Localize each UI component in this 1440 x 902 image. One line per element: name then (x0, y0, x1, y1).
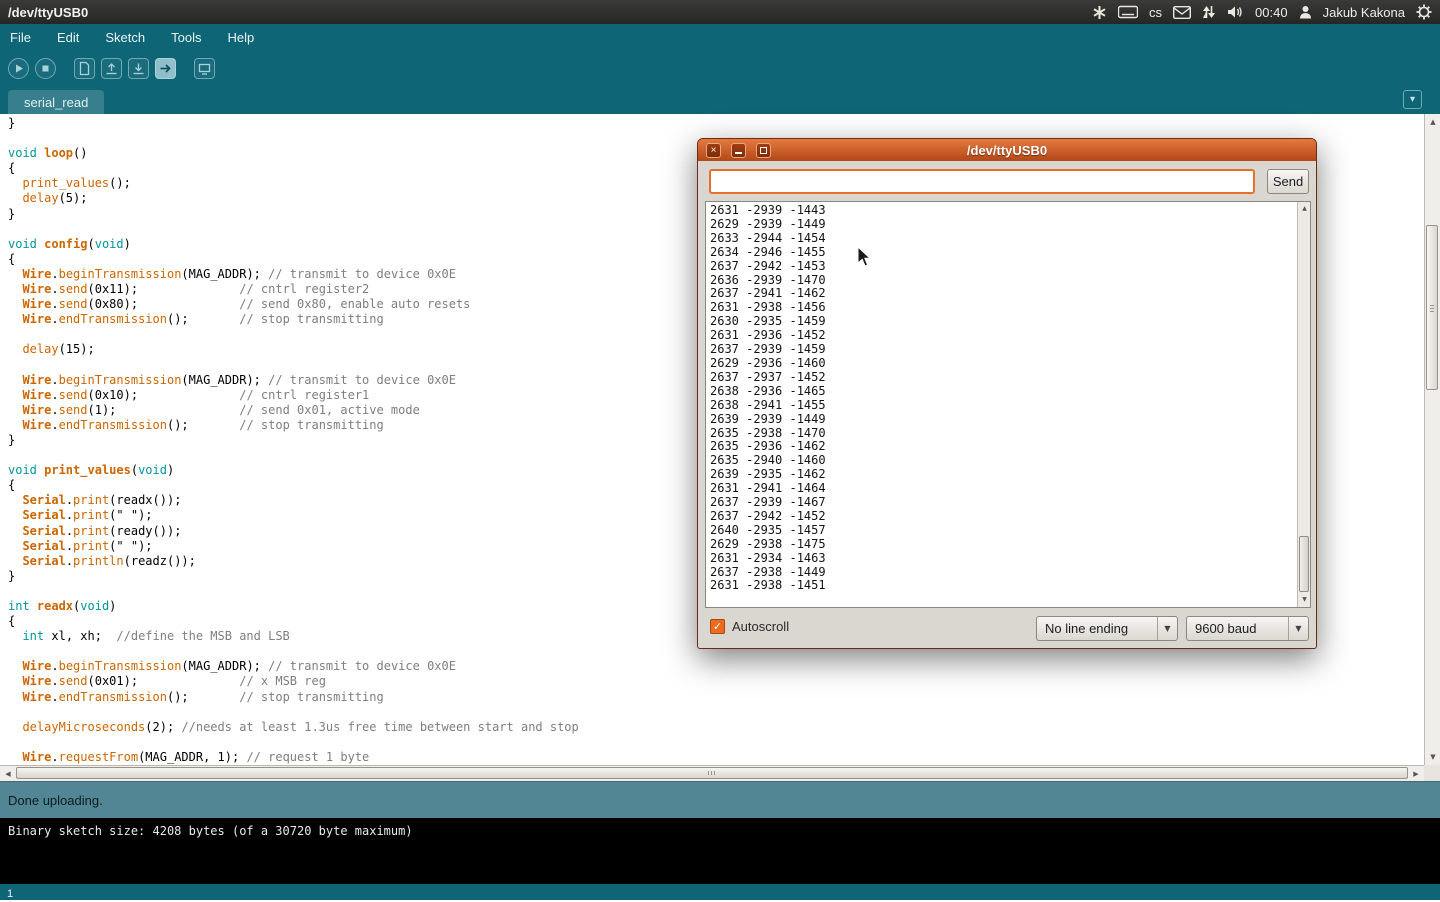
menu-item-help[interactable]: Help (227, 30, 254, 45)
serial-output: 2631 -2939 -14432629 -2939 -14492633 -29… (706, 202, 1297, 607)
menu-item-edit[interactable]: Edit (57, 30, 79, 45)
editor-footer: 1 (0, 884, 1440, 900)
mouse-cursor (857, 246, 873, 273)
serial-monitor-window: /dev/ttyUSB0 × Send 2631 -2939 -14432629… (697, 138, 1317, 649)
vertical-scroll-thumb[interactable] (1426, 225, 1438, 390)
username[interactable]: Jakub Kakona (1323, 5, 1405, 20)
serial-monitor-title: /dev/ttyUSB0 (698, 143, 1316, 158)
maximize-icon[interactable] (756, 143, 771, 158)
scrollbar-corner (1424, 765, 1440, 781)
line-number-indicator: 1 (7, 888, 13, 900)
new-sketch-button[interactable] (74, 58, 95, 79)
check-icon: ✓ (713, 620, 722, 633)
serial-send-input[interactable] (709, 169, 1255, 194)
console-line: Binary sketch size: 4208 bytes (of a 307… (0, 818, 1440, 838)
chevron-down-icon: ▼ (1288, 617, 1308, 640)
open-sketch-button[interactable] (101, 58, 122, 79)
ide-toolbar (0, 51, 1440, 85)
system-top-panel: /dev/ttyUSB0 cs 00:40 Jakub Kakona (0, 0, 1440, 24)
window-controls: × (706, 143, 771, 158)
console-output: Binary sketch size: 4208 bytes (of a 307… (0, 818, 1440, 884)
editor-vertical-scrollbar[interactable]: ▲ ▼ (1424, 114, 1440, 765)
scroll-left-arrow-icon[interactable]: ◀ (0, 766, 16, 782)
tab-label: serial_read (24, 95, 88, 110)
session-gear-icon[interactable] (1416, 4, 1432, 20)
stop-button[interactable] (35, 58, 56, 79)
chevron-down-icon: ▼ (1157, 617, 1177, 640)
scroll-up-arrow-icon[interactable]: ▲ (1298, 202, 1311, 216)
verify-button[interactable] (8, 58, 29, 79)
tab-serial-read[interactable]: serial_read (8, 90, 104, 114)
status-message: Done uploading. (8, 793, 103, 808)
keyboard-icon[interactable] (1118, 5, 1138, 19)
autoscroll-checkbox[interactable]: ✓ (710, 619, 725, 634)
tab-menu-button[interactable]: ▾ (1403, 90, 1422, 109)
user-icon (1299, 5, 1312, 19)
status-bar: Done uploading. (0, 781, 1440, 818)
tab-bar: serial_read ▾ (0, 85, 1440, 114)
serial-monitor-button[interactable] (194, 58, 215, 79)
scroll-down-arrow-icon[interactable]: ▼ (1425, 749, 1440, 765)
serial-output-area[interactable]: 2631 -2939 -14432629 -2939 -14492633 -29… (705, 201, 1311, 608)
save-sketch-button[interactable] (128, 58, 149, 79)
line-ending-value: No line ending (1037, 621, 1157, 636)
scroll-up-arrow-icon[interactable]: ▲ (1425, 114, 1440, 130)
line-ending-select[interactable]: No line ending ▼ (1036, 616, 1178, 641)
active-window-title: /dev/ttyUSB0 (8, 5, 88, 20)
keyboard-layout-indicator[interactable]: cs (1149, 5, 1162, 20)
editor-horizontal-scrollbar[interactable]: ◀ ▶ (0, 765, 1424, 781)
baud-rate-value: 9600 baud (1187, 621, 1288, 636)
mail-icon[interactable] (1173, 6, 1191, 19)
scroll-down-arrow-icon[interactable]: ▼ (1298, 593, 1311, 607)
menu-item-file[interactable]: File (10, 30, 31, 45)
chevron-down-icon: ▾ (1410, 94, 1415, 105)
send-button[interactable]: Send (1267, 169, 1309, 194)
scroll-right-arrow-icon[interactable]: ▶ (1408, 766, 1424, 782)
system-tray: cs 00:40 Jakub Kakona (1092, 4, 1432, 20)
serial-scroll-thumb[interactable] (1299, 536, 1309, 592)
indicator-icon[interactable] (1092, 5, 1107, 20)
autoscroll-label: Autoscroll (732, 619, 789, 634)
menu-item-tools[interactable]: Tools (171, 30, 201, 45)
serial-monitor-controls: ✓ Autoscroll No line ending ▼ 9600 baud … (698, 616, 1316, 644)
serial-monitor-titlebar[interactable]: /dev/ttyUSB0 × (698, 139, 1316, 161)
updown-arrows-icon[interactable] (1202, 5, 1216, 19)
minimize-icon[interactable] (731, 143, 746, 158)
clock[interactable]: 00:40 (1255, 5, 1288, 20)
menu-item-sketch[interactable]: Sketch (105, 30, 145, 45)
volume-icon[interactable] (1227, 5, 1244, 19)
menu-bar: File Edit Sketch Tools Help (0, 24, 1440, 51)
serial-scrollbar[interactable]: ▲ ▼ (1297, 202, 1310, 607)
upload-button[interactable] (155, 58, 176, 79)
horizontal-scroll-thumb[interactable] (16, 767, 1408, 779)
close-icon[interactable]: × (706, 143, 721, 158)
baud-rate-select[interactable]: 9600 baud ▼ (1186, 616, 1309, 641)
